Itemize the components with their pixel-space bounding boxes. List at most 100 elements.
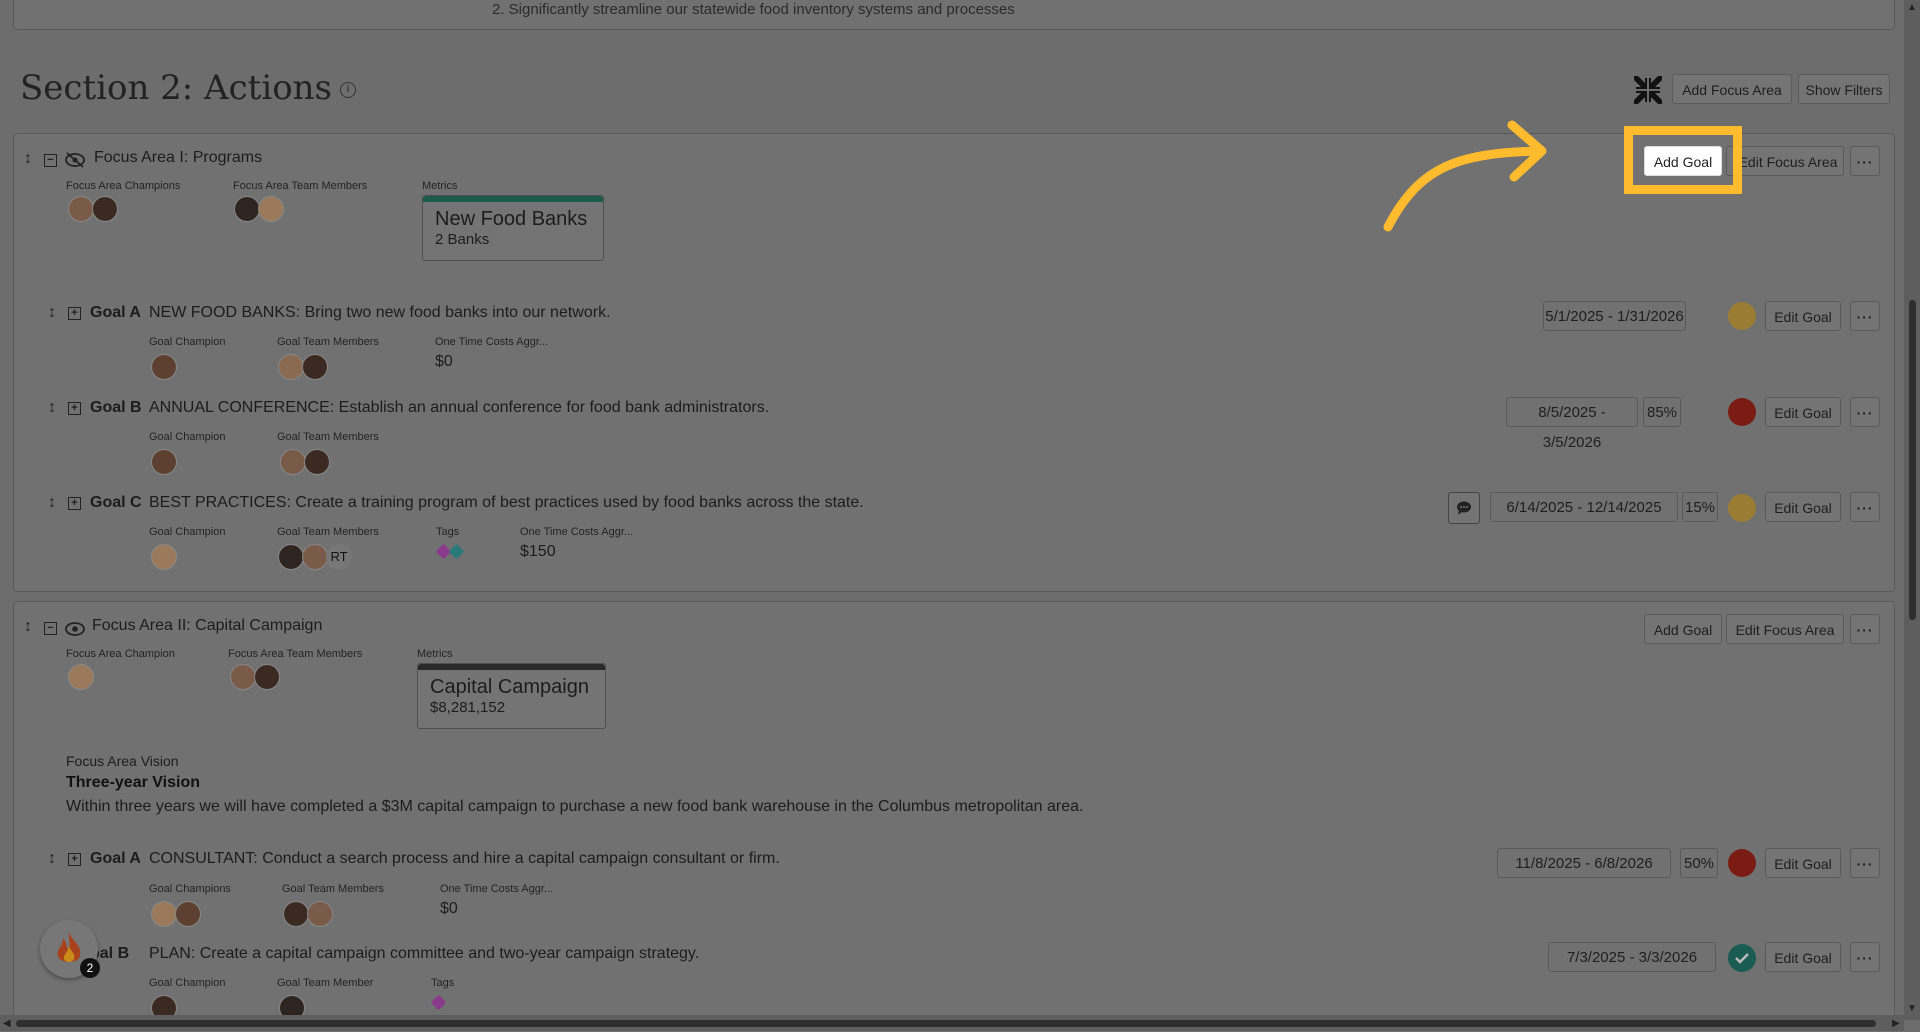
date-range[interactable]: 7/3/2025 - 3/3/2026 <box>1548 942 1716 972</box>
avatar[interactable] <box>254 664 280 690</box>
more-options-button[interactable]: ··· <box>1850 301 1880 331</box>
goal-text[interactable]: NEW FOOD BANKS: Bring two new food banks… <box>149 304 611 322</box>
team-members-label: Focus Area Team Members <box>228 648 363 660</box>
drag-handle-icon[interactable]: ↕ <box>24 150 32 168</box>
scrollbar-thumb[interactable] <box>1909 300 1916 620</box>
goal-text[interactable]: ANNUAL CONFERENCE: Establish an annual c… <box>149 399 769 417</box>
date-range[interactable]: 8/5/2025 - 3/5/2026 <box>1506 397 1638 451</box>
eye-icon[interactable] <box>64 620 86 638</box>
expand-icon[interactable]: + <box>68 402 81 415</box>
avatar[interactable] <box>230 664 256 690</box>
goal-key: Goal A <box>90 850 141 867</box>
collapse-icon[interactable]: − <box>44 622 57 635</box>
edit-goal-button[interactable]: Edit Goal <box>1765 848 1841 878</box>
metric-card[interactable]: Capital Campaign $8,281,152 <box>417 663 606 729</box>
more-options-button[interactable]: ··· <box>1850 942 1880 972</box>
edit-goal-button[interactable]: Edit Goal <box>1765 942 1841 972</box>
scroll-down-icon[interactable]: ▼ <box>1907 1003 1917 1014</box>
focus-area-title: Focus Area II: Capital Campaign <box>92 617 323 634</box>
goal-text[interactable]: BEST PRACTICES: Create a training progra… <box>149 494 864 512</box>
goal-team-label: Goal Team Members <box>277 526 379 538</box>
metric-card[interactable]: New Food Banks 2 Banks <box>422 195 604 261</box>
drag-handle-icon[interactable]: ↕ <box>48 850 56 868</box>
collapse-icon[interactable]: − <box>44 154 57 167</box>
goal-team-label: Goal Team Member <box>277 977 374 989</box>
more-options-button[interactable]: ··· <box>1850 397 1880 427</box>
expand-icon[interactable]: + <box>68 853 81 866</box>
expand-icon[interactable]: + <box>68 307 81 320</box>
avatar[interactable] <box>278 544 304 570</box>
status-indicator[interactable] <box>1728 302 1756 330</box>
goal-champion-label: Goal Champion <box>149 977 226 989</box>
edit-focus-area-button[interactable]: Edit Focus Area <box>1726 614 1844 644</box>
status-indicator[interactable] <box>1728 494 1756 522</box>
drag-handle-icon[interactable]: ↕ <box>48 399 56 417</box>
horizontal-scrollbar[interactable] <box>0 1015 1904 1031</box>
status-indicator[interactable] <box>1728 849 1756 877</box>
date-range[interactable]: 5/1/2025 - 1/31/2026 <box>1543 301 1686 331</box>
status-indicator[interactable] <box>1728 398 1756 426</box>
avatar[interactable] <box>278 354 304 380</box>
scrollbar-thumb[interactable] <box>16 1020 1876 1027</box>
eye-off-icon[interactable] <box>64 151 86 169</box>
edit-goal-button[interactable]: Edit Goal <box>1765 301 1841 331</box>
more-options-button[interactable]: ··· <box>1850 614 1880 644</box>
avatar[interactable] <box>307 901 333 927</box>
vision-label: Focus Area Vision <box>66 753 179 769</box>
section-title-text: Section 2: Actions <box>20 68 333 108</box>
avatar[interactable] <box>92 196 118 222</box>
flame-icon <box>57 932 81 962</box>
status-complete-icon[interactable] <box>1728 944 1756 972</box>
avatar[interactable] <box>151 901 177 927</box>
tags-label: Tags <box>431 977 455 989</box>
avatar[interactable] <box>302 544 328 570</box>
avatar[interactable] <box>175 901 201 927</box>
goal-team-label: Goal Team Members <box>277 431 379 443</box>
collapse-arrows-icon[interactable] <box>1632 74 1664 106</box>
comment-icon[interactable] <box>1448 492 1480 524</box>
goal-text[interactable]: CONSULTANT: Conduct a search process and… <box>149 850 780 868</box>
avatar[interactable] <box>258 196 284 222</box>
more-options-button[interactable]: ··· <box>1850 492 1880 522</box>
cost-label: One Time Costs Aggr... <box>520 526 634 538</box>
drag-handle-icon[interactable]: ↕ <box>48 304 56 322</box>
add-focus-area-button[interactable]: Add Focus Area <box>1672 74 1792 104</box>
avatar[interactable] <box>302 354 328 380</box>
metric-title: Capital Campaign <box>430 676 589 698</box>
more-options-button[interactable]: ··· <box>1850 146 1880 176</box>
avatar[interactable] <box>234 196 260 222</box>
edit-goal-button[interactable]: Edit Goal <box>1765 397 1841 427</box>
page: 2. Significantly streamline our statewid… <box>0 0 1920 1032</box>
previous-section-card: 2. Significantly streamline our statewid… <box>13 0 1895 30</box>
avatar[interactable] <box>283 901 309 927</box>
scroll-right-icon[interactable]: ▶ <box>1892 1018 1900 1029</box>
avatar[interactable] <box>280 449 306 475</box>
show-filters-button[interactable]: Show Filters <box>1798 74 1890 104</box>
scroll-left-icon[interactable]: ◀ <box>3 1018 11 1029</box>
avatar[interactable] <box>151 449 177 475</box>
avatar[interactable] <box>68 664 94 690</box>
avatar[interactable] <box>151 544 177 570</box>
more-options-button[interactable]: ··· <box>1850 848 1880 878</box>
avatar[interactable] <box>68 196 94 222</box>
floating-action-button[interactable]: 2 <box>40 920 100 978</box>
edit-focus-area-button[interactable]: Edit Focus Area <box>1726 146 1844 176</box>
avatar-initials[interactable]: RT <box>326 544 352 570</box>
drag-handle-icon[interactable]: ↕ <box>48 494 56 512</box>
scroll-up-icon[interactable]: ▲ <box>1907 2 1917 13</box>
avatar[interactable] <box>304 449 330 475</box>
drag-handle-icon[interactable]: ↕ <box>24 618 32 636</box>
avatar[interactable] <box>151 354 177 380</box>
goal-key: Goal A <box>90 304 141 321</box>
vertical-scrollbar[interactable] <box>1904 0 1920 1020</box>
percent-complete: 85% <box>1643 397 1681 427</box>
edit-goal-button[interactable]: Edit Goal <box>1765 492 1841 522</box>
date-range[interactable]: 11/8/2025 - 6/8/2026 <box>1497 848 1671 878</box>
goal-key: Goal B <box>90 399 142 416</box>
date-range[interactable]: 6/14/2025 - 12/14/2025 <box>1490 492 1678 522</box>
info-icon[interactable]: i <box>340 82 357 98</box>
expand-icon[interactable]: + <box>68 497 81 510</box>
add-goal-button[interactable]: Add Goal <box>1644 614 1722 644</box>
goal-text[interactable]: PLAN: Create a capital campaign committe… <box>149 945 699 963</box>
team-members-label: Focus Area Team Members <box>233 180 368 192</box>
